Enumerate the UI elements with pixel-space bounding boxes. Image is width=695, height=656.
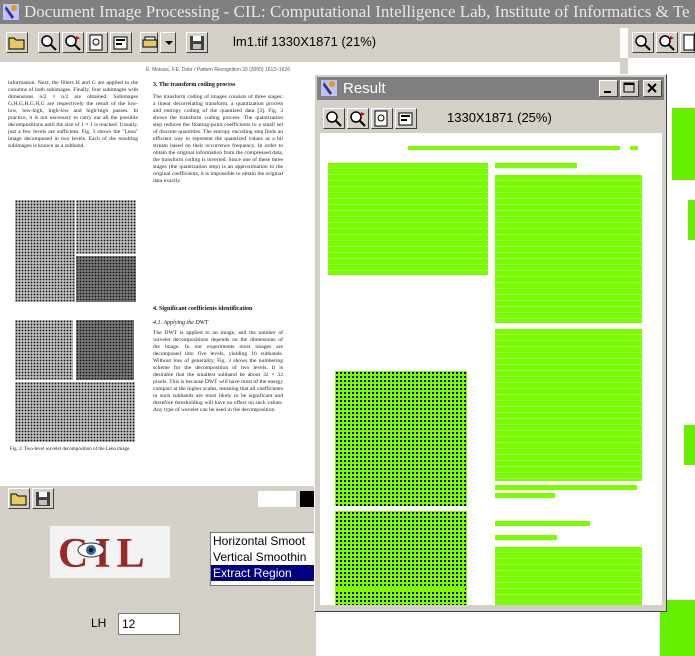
zoom-page-button[interactable] (86, 32, 108, 53)
zoom-in-icon (350, 111, 366, 127)
chevron-down-icon (165, 41, 173, 45)
open-folder-icon (10, 493, 27, 506)
open-folder-icon (8, 37, 25, 50)
result-image-view[interactable] (320, 133, 662, 605)
result-zoom-page-button[interactable] (371, 108, 393, 129)
highlight-region (495, 547, 642, 605)
page-zoom-icon (683, 34, 695, 51)
highlight-region (328, 163, 488, 275)
result-title-bar[interactable]: Result (317, 77, 664, 100)
result-zoom-button[interactable] (323, 108, 345, 129)
eye-icon (77, 542, 105, 558)
result-window[interactable]: Result 1330X1871 (25%) (314, 74, 667, 612)
green-region (672, 108, 695, 180)
magnifier-icon (326, 111, 342, 127)
left-column-text: information. Next, the filters H and G a… (8, 80, 138, 149)
magnifier-icon (41, 35, 57, 51)
result-zoom-in-button[interactable] (347, 108, 369, 129)
close-button[interactable] (643, 80, 662, 97)
page-header: E. Moisiuc, F.E. Dobr / Pattern Recognit… (146, 67, 290, 73)
minimize-button[interactable] (599, 80, 618, 97)
lena-image-1 (15, 200, 75, 302)
main-title-bar[interactable]: Document Image Processing - CIL: Computa… (0, 0, 695, 24)
lena-image-4 (15, 320, 73, 380)
highlight-region (408, 146, 620, 150)
page-zoom-icon (89, 34, 103, 51)
highlight-region (495, 493, 555, 498)
main-toolbar: lm1.tif 1330X1871 (21%) (0, 28, 620, 58)
lena-image-6 (15, 382, 135, 442)
result-image-info: 1330X1871 (25%) (447, 110, 552, 125)
zoom-in-button-2[interactable] (656, 32, 678, 53)
lena-image-3 (76, 256, 136, 302)
scanner-button[interactable] (140, 32, 158, 53)
panel-open-button[interactable] (8, 488, 30, 509)
green-region (688, 200, 695, 240)
result-properties-button[interactable] (395, 108, 417, 129)
frame-border (0, 24, 695, 28)
color-swatch-white[interactable] (258, 491, 296, 507)
panel-save-button[interactable] (32, 488, 54, 509)
highlight-region (630, 146, 638, 150)
highlight-region (495, 175, 642, 323)
color-swatch-black[interactable] (300, 491, 314, 507)
properties-icon (398, 112, 413, 126)
minimize-icon (604, 91, 611, 93)
zoom-button-2[interactable] (632, 32, 654, 53)
properties-button[interactable] (110, 32, 132, 53)
properties-icon (113, 36, 128, 50)
lh-input[interactable] (118, 613, 180, 635)
magnifier-icon (635, 35, 651, 51)
highlight-region (495, 163, 577, 168)
green-region (684, 425, 695, 465)
page-zoom-icon (374, 110, 388, 127)
scanner-dropdown-button[interactable] (160, 32, 176, 53)
cil-logo: CIL (50, 526, 170, 578)
section-41-text: The DWT is applied to an image, and the … (153, 330, 283, 413)
save-button[interactable] (186, 32, 208, 53)
image-info-label: lm1.tif 1330X1871 (21%) (233, 34, 377, 49)
list-item[interactable]: Horizontal Smoot (211, 533, 317, 549)
section-41-title: 4.1. Applying the DWT (153, 320, 209, 326)
section-3-title: 3. The transform coding process (153, 82, 236, 88)
zoom-page-button-2[interactable] (680, 32, 695, 53)
control-panel: CIL Horizontal Smoot Vertical Smoothin E… (0, 486, 318, 656)
zoom-in-icon (65, 35, 81, 51)
zoom-button[interactable] (38, 32, 60, 53)
maximize-icon (623, 82, 635, 93)
highlight-image-region (335, 371, 467, 506)
floppy-disk-icon (190, 36, 204, 50)
result-title: Result (343, 80, 386, 97)
highlight-region (495, 485, 637, 490)
lh-label: LH (91, 616, 107, 630)
highlight-region (495, 535, 557, 540)
highlight-region (495, 521, 590, 526)
lena-image-5 (76, 320, 134, 380)
section-3-text: The transform coding of images consists … (153, 94, 283, 184)
operation-list[interactable]: Horizontal Smoot Vertical Smoothin Extra… (210, 532, 318, 586)
secondary-toolbar (628, 28, 695, 58)
close-icon (647, 83, 657, 93)
zoom-in-button[interactable] (62, 32, 84, 53)
maximize-button[interactable] (620, 80, 639, 97)
scanner-icon (142, 36, 158, 48)
open-button[interactable] (6, 32, 28, 53)
list-item-selected[interactable]: Extract Region (211, 565, 317, 581)
section-4-title: 4. Significant coefficients identificati… (153, 306, 253, 312)
highlight-region (495, 329, 642, 481)
app-icon (2, 3, 20, 21)
figure-caption: Fig. 2. Two-level wavelet decomposition … (10, 447, 131, 452)
window-title: Document Image Processing - CIL: Computa… (24, 2, 690, 21)
zoom-in-icon (659, 35, 675, 51)
floppy-disk-icon (36, 492, 50, 506)
app-icon (320, 79, 338, 100)
lena-image-2 (76, 200, 136, 254)
list-item[interactable]: Vertical Smoothin (211, 549, 317, 565)
highlight-region (335, 588, 465, 592)
